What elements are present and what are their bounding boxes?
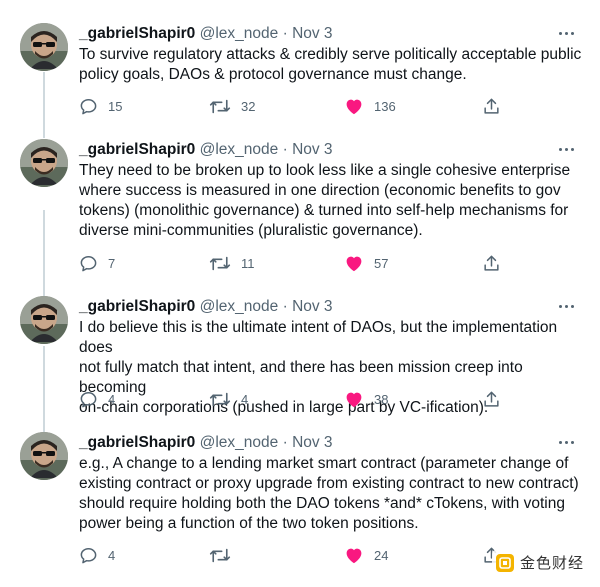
share-button[interactable] (482, 389, 501, 409)
tweet-text-line: tokens) (monolithic governance) & turned… (79, 202, 569, 219)
tweet-actions: 15 32 136 (79, 96, 509, 116)
like-count: 136 (374, 98, 396, 114)
like-icon (346, 392, 362, 408)
retweet-button[interactable]: 32 (209, 96, 255, 116)
share-icon (484, 391, 499, 407)
author-name[interactable]: _gabrielShapir0 (79, 25, 195, 42)
avatar[interactable] (20, 432, 68, 480)
author-handle[interactable]: @lex_node (200, 434, 279, 451)
tweet-text: e.g., A change to a lending market smart… (79, 454, 584, 534)
avatar[interactable] (20, 139, 68, 187)
tweet-text-line: To survive regulatory attacks & credibly… (79, 46, 582, 63)
separator: · (282, 298, 288, 315)
retweet-count: 32 (241, 98, 256, 114)
like-count: 38 (374, 391, 389, 407)
like-count: 24 (374, 547, 389, 563)
more-icon[interactable] (556, 296, 576, 316)
retweet-icon (209, 548, 231, 562)
tweet-text-line: where success is measured in one directi… (79, 182, 561, 199)
author-name[interactable]: _gabrielShapir0 (79, 141, 195, 158)
reply-count: 15 (108, 98, 123, 114)
share-button[interactable] (482, 96, 501, 116)
reply-icon (80, 391, 97, 407)
tweet-header: _gabrielShapir0 @lex_node · Nov 3 (79, 297, 333, 317)
reply-count: 4 (108, 547, 116, 563)
tweet-text-line: I do believe this is the ultimate intent… (79, 319, 558, 356)
author-handle[interactable]: @lex_node (200, 141, 279, 158)
like-button[interactable]: 38 (344, 389, 388, 409)
tweet-date[interactable]: Nov 3 (292, 25, 333, 42)
retweet-button[interactable]: 11 (209, 253, 255, 273)
retweet-count: 11 (241, 255, 255, 271)
reply-count: 7 (108, 255, 116, 271)
tweet-header: _gabrielShapir0 @lex_node · Nov 3 (79, 433, 333, 453)
tweet-text-line: policy goals, DAOs & protocol governance… (79, 66, 467, 83)
more-icon[interactable] (556, 23, 576, 43)
tweet-text-line: e.g., A change to a lending market smart… (79, 455, 569, 472)
avatar-image (20, 139, 68, 187)
reply-icon (80, 255, 97, 271)
tweet[interactable]: _gabrielShapir0 @lex_node · Nov 3 I do b… (0, 296, 600, 416)
retweet-button[interactable] (209, 545, 241, 565)
more-icon[interactable] (556, 432, 576, 452)
like-button[interactable]: 24 (344, 545, 388, 565)
more-icon[interactable] (556, 139, 576, 159)
author-name[interactable]: _gabrielShapir0 (79, 298, 195, 315)
retweet-count: 4 (241, 391, 249, 407)
avatar-image (20, 23, 68, 71)
tweet-text: To survive regulatory attacks & credibly… (79, 45, 584, 85)
tweet-header: _gabrielShapir0 @lex_node · Nov 3 (79, 140, 333, 160)
tweet-text-line: power being a function of the two token … (79, 515, 419, 532)
watermark-logo-icon (495, 553, 514, 572)
watermark: 金色财经 (491, 550, 588, 575)
avatar-image (20, 432, 68, 480)
tweet-date[interactable]: Nov 3 (292, 141, 333, 158)
watermark-text: 金色财经 (519, 554, 584, 572)
retweet-icon (209, 99, 231, 113)
tweet-text-line: diverse mini-communities (pluralistic go… (79, 222, 423, 239)
like-button[interactable]: 136 (344, 96, 396, 116)
reply-button[interactable]: 4 (79, 389, 115, 409)
reply-button[interactable]: 15 (79, 96, 122, 116)
author-handle[interactable]: @lex_node (200, 25, 279, 42)
reply-icon (80, 98, 97, 114)
tweet-actions: 4 24 (79, 545, 509, 565)
share-icon (484, 98, 499, 114)
avatar[interactable] (20, 296, 68, 344)
tweet-text: They need to be broken up to look less l… (79, 161, 584, 241)
tweet-text-line: They need to be broken up to look less l… (79, 162, 571, 179)
separator: · (282, 141, 288, 158)
tweet-date[interactable]: Nov 3 (292, 434, 333, 451)
author-handle[interactable]: @lex_node (200, 298, 279, 315)
tweet[interactable]: _gabrielShapir0 @lex_node · Nov 3 To sur… (0, 23, 600, 123)
share-button[interactable] (482, 253, 501, 273)
share-icon (484, 255, 499, 271)
author-name[interactable]: _gabrielShapir0 (79, 434, 195, 451)
tweet-text-line: existing contract or proxy upgrade from … (79, 475, 579, 492)
reply-count: 4 (108, 391, 116, 407)
tweet-header: _gabrielShapir0 @lex_node · Nov 3 (79, 24, 333, 44)
avatar[interactable] (20, 23, 68, 71)
tweet-date[interactable]: Nov 3 (292, 298, 333, 315)
like-icon (346, 548, 362, 564)
reply-icon (80, 547, 97, 563)
tweet-actions: 4 4 38 (79, 389, 509, 409)
reply-button[interactable]: 7 (79, 253, 115, 273)
retweet-button[interactable]: 4 (209, 389, 248, 409)
like-icon (346, 99, 362, 115)
like-button[interactable]: 57 (344, 253, 388, 273)
retweet-icon (209, 256, 231, 270)
tweet-text-line: should require holding both the DAO toke… (79, 495, 565, 512)
reply-button[interactable]: 4 (79, 545, 115, 565)
separator: · (282, 25, 288, 42)
separator: · (282, 434, 288, 451)
tweet-actions: 7 11 57 (79, 253, 509, 273)
like-icon (346, 256, 362, 272)
like-count: 57 (374, 255, 389, 271)
retweet-icon (209, 392, 231, 406)
tweet[interactable]: _gabrielShapir0 @lex_node · Nov 3 They n… (0, 139, 600, 279)
avatar-image (20, 296, 68, 344)
